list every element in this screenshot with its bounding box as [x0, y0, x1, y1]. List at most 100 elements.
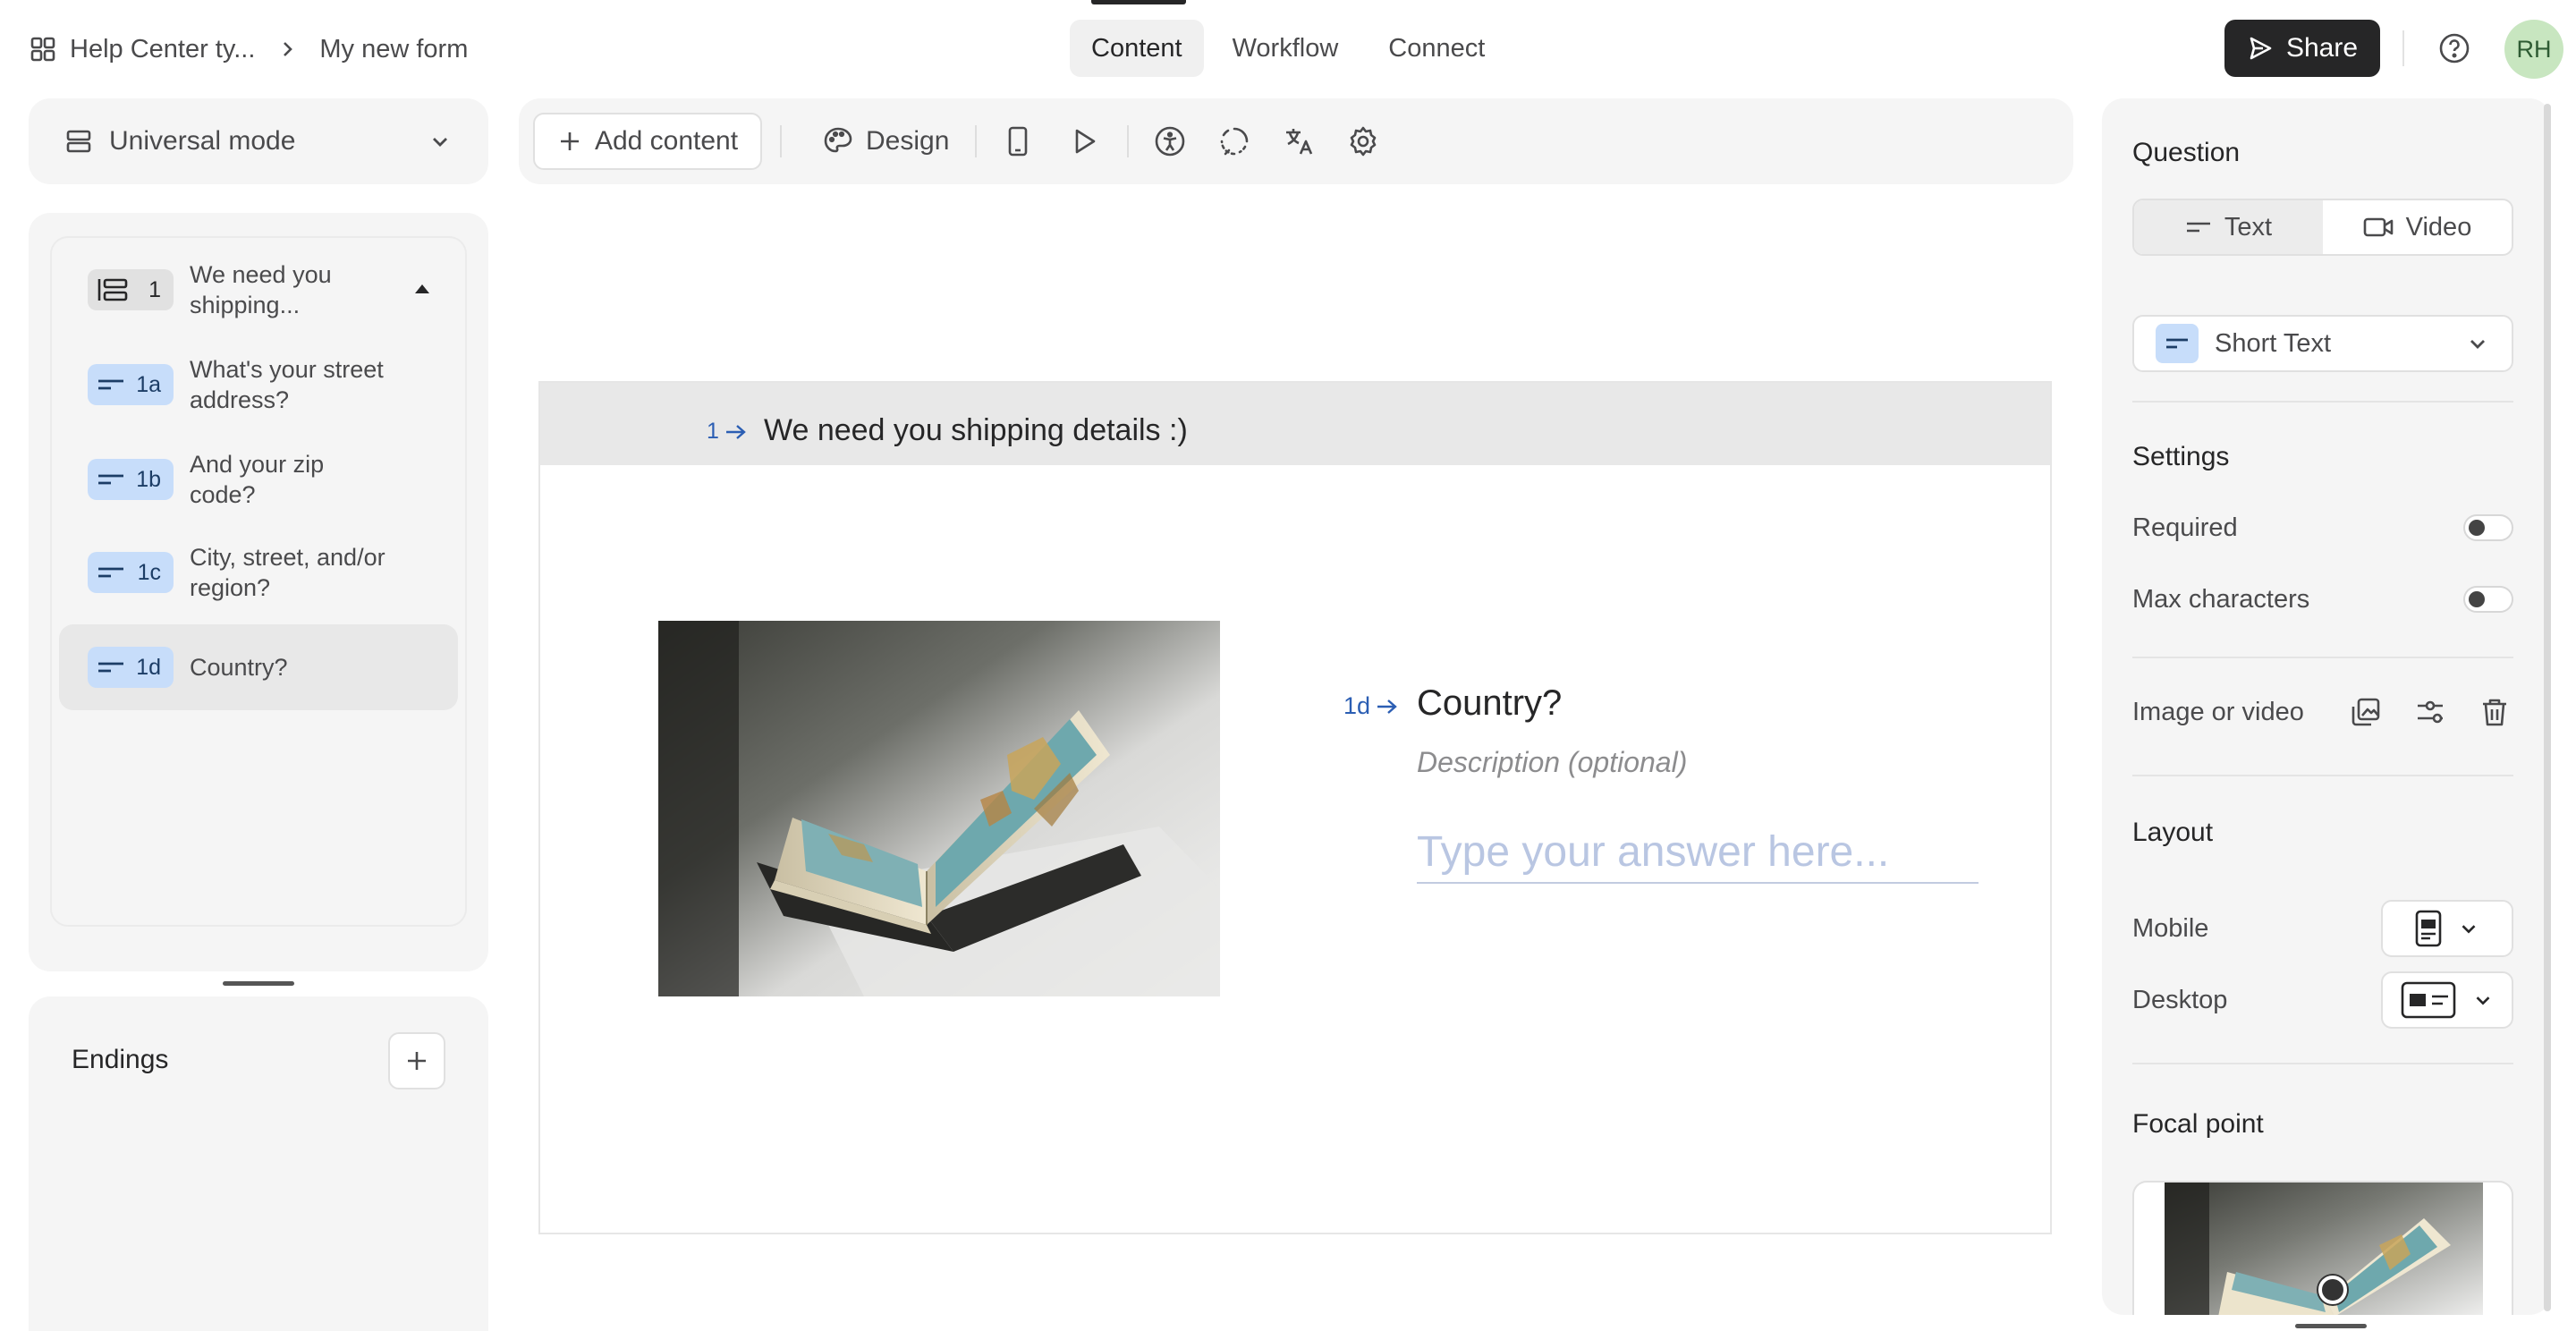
panel-resize-handle[interactable] — [223, 981, 294, 986]
focal-point-heading: Focal point — [2132, 1109, 2264, 1139]
trash-icon[interactable] — [2476, 693, 2513, 731]
chevron-down-icon — [2457, 917, 2480, 940]
badge-number: 1 — [148, 276, 161, 302]
replace-image-icon[interactable] — [2347, 693, 2385, 731]
desktop-label: Desktop — [2132, 985, 2228, 1014]
plus-icon — [557, 129, 582, 154]
adjust-sliders-icon[interactable] — [2411, 693, 2449, 731]
outline-item-group-1[interactable]: 1 We need you shipping... — [59, 247, 458, 333]
tab-workflow[interactable]: Workflow — [1211, 20, 1360, 77]
segment-video-label: Video — [2405, 212, 2472, 242]
text-lines-icon — [2185, 217, 2212, 237]
outline-item-1c[interactable]: 1c City, street, and/or region? — [59, 530, 458, 615]
gear-icon[interactable] — [1345, 123, 1381, 159]
question-heading: Question — [2132, 138, 2241, 167]
focal-point-image[interactable] — [2165, 1183, 2483, 1315]
question-type-dropdown[interactable]: Short Text — [2132, 315, 2513, 372]
video-camera-icon — [2363, 216, 2394, 239]
question-number: 1d — [1343, 692, 1399, 720]
breadcrumb-form[interactable]: My new form — [319, 35, 468, 64]
max-characters-label: Max characters — [2132, 584, 2310, 614]
outline-item-label: What's your street address? — [190, 356, 384, 413]
question-settings-panel: Question Text Video Short Text Settings … — [2102, 98, 2551, 1315]
mobile-layout-icon — [2414, 909, 2443, 948]
toolbar-divider — [780, 125, 782, 157]
question-description[interactable]: Description (optional) — [1417, 746, 1687, 779]
caret-up-icon[interactable] — [413, 283, 431, 295]
desktop-layout-icon — [2400, 980, 2457, 1020]
endings-title: Endings — [72, 1045, 169, 1074]
question-format-toggle: Text Video — [2132, 199, 2513, 256]
mobile-label: Mobile — [2132, 913, 2209, 943]
add-ending-button[interactable] — [388, 1032, 445, 1089]
tab-content[interactable]: Content — [1070, 20, 1204, 77]
open-atlas-book-image — [658, 621, 1220, 996]
desktop-layout-dropdown[interactable] — [2381, 971, 2513, 1029]
apps-grid-icon[interactable] — [29, 35, 57, 64]
max-characters-toggle[interactable] — [2463, 586, 2513, 613]
form-preview-canvas: 1 We need you shipping details :) 1d Cou… — [538, 381, 2052, 1234]
top-bar: Help Center ty... My new form Content Wo… — [0, 0, 2576, 97]
segment-text[interactable]: Text — [2134, 200, 2323, 254]
badge-number: 1a — [136, 371, 161, 397]
section-divider — [2132, 657, 2513, 658]
settings-heading: Settings — [2132, 442, 2230, 471]
required-toggle[interactable] — [2463, 514, 2513, 541]
active-tab-indicator — [1091, 0, 1186, 4]
logic-loading-icon[interactable] — [1216, 123, 1252, 159]
avatar[interactable]: RH — [2504, 20, 2563, 79]
outline-item-1a[interactable]: 1a What's your street address? — [59, 342, 458, 428]
endings-panel: Endings — [29, 996, 488, 1331]
section-divider — [2132, 401, 2513, 403]
main-tabs: Content Workflow Connect — [1070, 20, 1506, 77]
chevron-down-icon — [428, 129, 453, 154]
question-title[interactable]: Country? — [1417, 683, 1562, 724]
bottom-resize-handle[interactable] — [2295, 1324, 2367, 1328]
editor-toolbar: Add content Design — [519, 98, 2073, 184]
outline-item-label: And your zip code? — [190, 451, 325, 508]
accessibility-icon[interactable] — [1152, 123, 1188, 159]
settings-scrollbar[interactable] — [2544, 104, 2551, 1311]
question-type-label: Short Text — [2215, 328, 2332, 358]
group-title[interactable]: We need you shipping details :) — [764, 413, 1188, 448]
play-preview-icon[interactable] — [1066, 123, 1102, 159]
breadcrumb-workspace[interactable]: Help Center ty... — [70, 35, 255, 64]
share-button[interactable]: Share — [2224, 20, 2380, 77]
arrow-right-icon — [725, 424, 746, 439]
tab-connect[interactable]: Connect — [1367, 20, 1506, 77]
mobile-preview-icon[interactable] — [1000, 123, 1036, 159]
question-image[interactable] — [658, 621, 1220, 996]
outline-item-1d[interactable]: 1d Country? — [59, 624, 458, 710]
focal-point-marker[interactable] — [2318, 1276, 2347, 1304]
help-icon[interactable] — [2433, 27, 2476, 70]
question-number-text: 1d — [1343, 692, 1371, 719]
share-label: Share — [2285, 33, 2359, 63]
short-text-icon — [97, 471, 125, 488]
image-video-label: Image or video — [2132, 697, 2304, 726]
focal-point-picker[interactable] — [2132, 1181, 2513, 1315]
image-video-setting: Image or video — [2132, 694, 2513, 730]
plus-icon — [404, 1048, 429, 1073]
design-button[interactable]: Design — [809, 113, 963, 170]
segment-video[interactable]: Video — [2323, 200, 2512, 254]
mobile-layout-dropdown[interactable] — [2381, 900, 2513, 957]
design-label: Design — [866, 126, 950, 156]
translate-icon[interactable] — [1281, 123, 1317, 159]
chevron-down-icon — [2471, 988, 2495, 1012]
layout-heading: Layout — [2132, 818, 2214, 847]
short-text-badge: 1a — [88, 364, 174, 405]
answer-input[interactable] — [1417, 821, 1979, 884]
badge-number: 1b — [136, 466, 161, 492]
short-text-badge: 1c — [88, 552, 174, 593]
add-content-button[interactable]: Add content — [533, 113, 762, 170]
question-group-header[interactable]: 1 We need you shipping details :) — [540, 383, 2050, 465]
desktop-layout-setting: Desktop — [2132, 971, 2513, 1029]
breadcrumb: Help Center ty... My new form — [29, 29, 468, 70]
outline-item-1b[interactable]: 1b And your zip code? — [59, 437, 458, 522]
mode-dropdown[interactable]: Universal mode — [29, 98, 488, 184]
short-text-icon — [97, 376, 125, 394]
add-content-label: Add content — [594, 126, 739, 156]
header-divider — [2402, 30, 2404, 66]
section-divider — [2132, 1063, 2513, 1064]
short-text-badge: 1d — [88, 647, 174, 688]
